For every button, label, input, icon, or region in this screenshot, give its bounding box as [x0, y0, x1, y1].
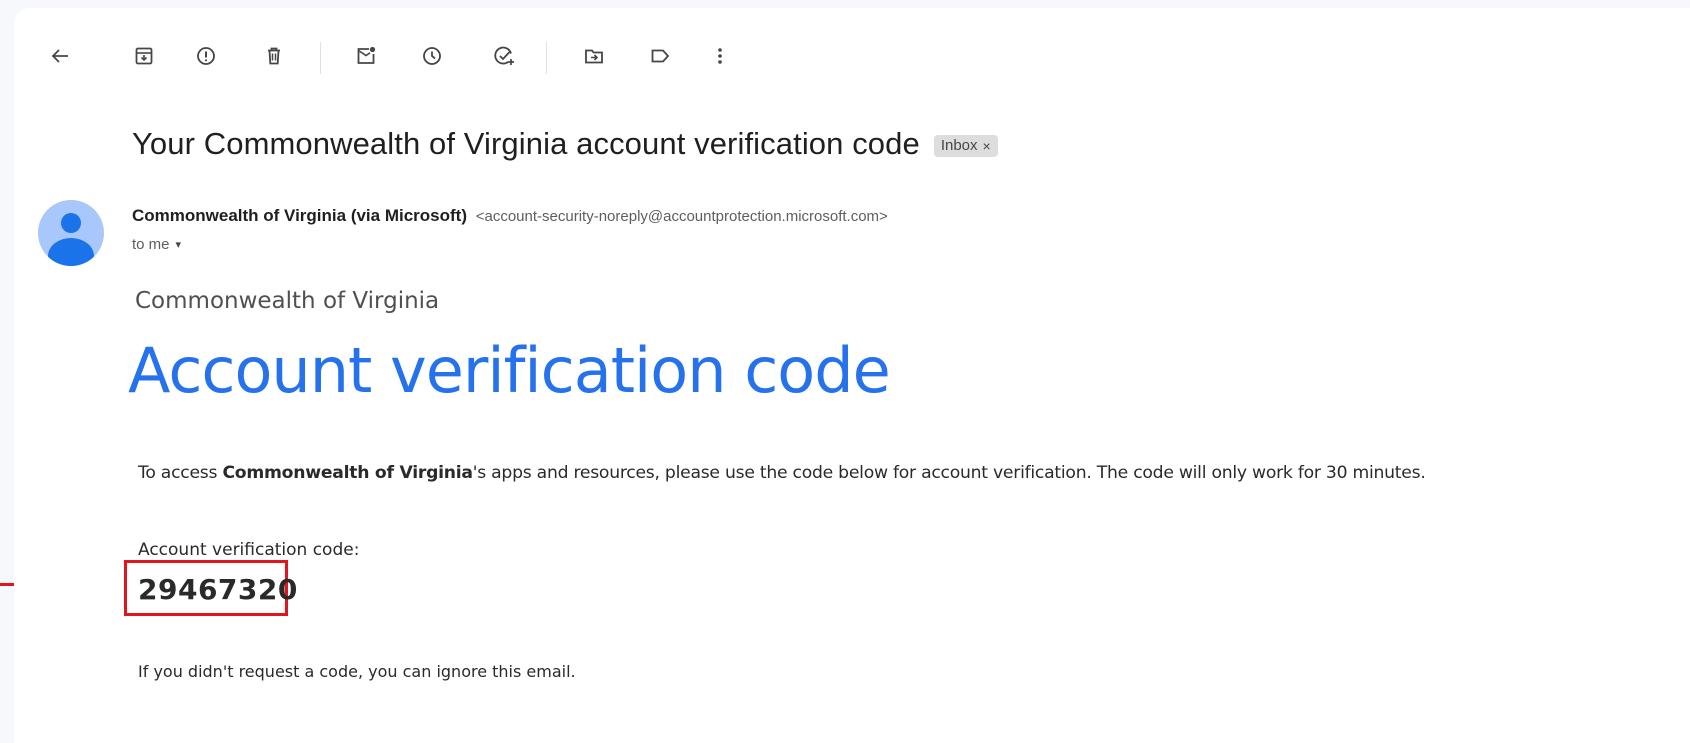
email-subject: Your Commonwealth of Virginia account ve… [132, 126, 920, 161]
email-view-panel: Your Commonwealth of Virginia account ve… [14, 8, 1690, 743]
back-arrow-icon[interactable] [44, 40, 76, 72]
chevron-down-icon[interactable]: ▾ [176, 238, 182, 251]
intro-paragraph: To access Commonwealth of Virginia's app… [138, 463, 1426, 483]
sender-name[interactable]: Commonwealth of Virginia (via Microsoft) [132, 206, 467, 225]
add-to-tasks-icon[interactable] [488, 40, 520, 72]
report-spam-icon[interactable] [190, 40, 222, 72]
archive-icon[interactable] [128, 40, 160, 72]
sender-email: <account-security-noreply@accountprotect… [475, 208, 888, 225]
toolbar-divider [546, 42, 547, 74]
email-toolbar [14, 8, 1690, 88]
more-vert-icon[interactable] [704, 40, 736, 72]
delete-icon[interactable] [258, 40, 290, 72]
inbox-label-chip[interactable]: Inbox × [933, 135, 998, 157]
recipient-details-toggle[interactable]: to me ▾ [132, 236, 181, 253]
move-to-icon[interactable] [578, 40, 610, 72]
intro-suffix: 's apps and resources, please use the co… [472, 463, 1426, 483]
intro-org-bold: Commonwealth of Virginia [222, 463, 473, 483]
recipient-label: to me [132, 236, 170, 253]
intro-prefix: To access [138, 463, 223, 483]
message-headline: Account verification code [128, 334, 891, 407]
sender-row: Commonwealth of Virginia (via Microsoft)… [132, 206, 888, 226]
mark-unread-icon[interactable] [350, 40, 382, 72]
avatar [38, 200, 104, 266]
ignore-notice: If you didn't request a code, you can ig… [138, 662, 576, 681]
verification-code: 29467320 [138, 573, 298, 606]
org-name: Commonwealth of Virginia [135, 288, 440, 314]
avatar-head-shape [61, 213, 81, 233]
label-icon[interactable] [644, 40, 676, 72]
remove-label-icon[interactable]: × [983, 138, 991, 154]
label-chip-text: Inbox [940, 137, 978, 154]
toolbar-divider [320, 42, 321, 74]
subject-row: Your Commonwealth of Virginia account ve… [132, 126, 998, 162]
code-label: Account verification code: [138, 540, 360, 560]
avatar-body-shape [48, 238, 94, 266]
snooze-icon[interactable] [416, 40, 448, 72]
